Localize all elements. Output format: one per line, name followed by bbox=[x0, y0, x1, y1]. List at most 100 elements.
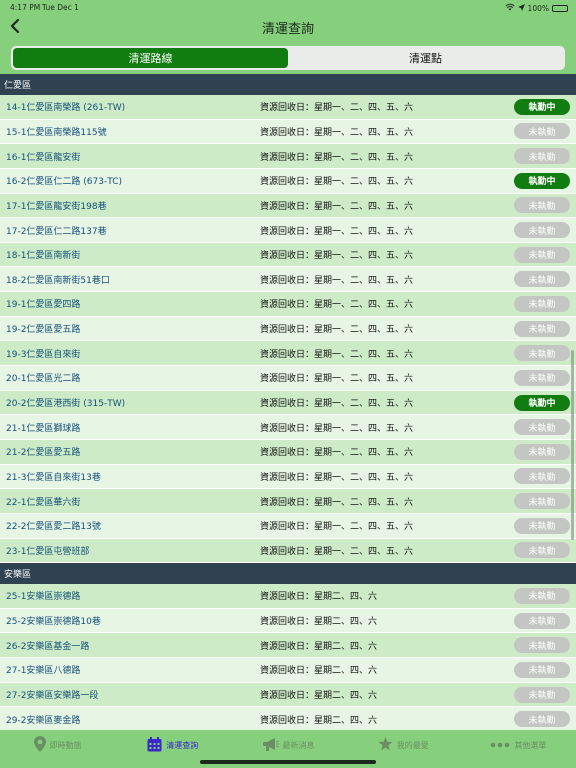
status-badge: 未執勤 bbox=[514, 320, 570, 337]
section-header: 仁愛區 bbox=[0, 74, 576, 95]
route-name: 21-1仁愛區獅球路 bbox=[6, 423, 81, 434]
status-badge: 未執勤 bbox=[514, 271, 570, 288]
route-row[interactable]: 18-1仁愛區南新街 資源回收日：星期一、二、四、五、六 未執勤 bbox=[0, 242, 576, 268]
recycling-schedule: 資源回收日：星期一、二、四、五、六 bbox=[260, 497, 414, 508]
route-name: 19-2仁愛區愛五路 bbox=[6, 325, 81, 336]
route-row[interactable]: 19-2仁愛區愛五路 資源回收日：星期一、二、四、五、六 未執勤 bbox=[0, 316, 576, 342]
route-row[interactable]: 20-1仁愛區光二路 資源回收日：星期一、二、四、五、六 未執勤 bbox=[0, 366, 576, 391]
recycling-schedule: 資源回收日：星期一、二、四、五、六 bbox=[260, 201, 414, 212]
star-icon bbox=[378, 737, 393, 753]
route-row[interactable]: 17-1仁愛區龍安街198巷 資源回收日：星期一、二、四、五、六 未執勤 bbox=[0, 193, 576, 219]
route-row[interactable]: 27-1安樂區八德路 資源回收日：星期二、四、六 未執勤 bbox=[0, 658, 576, 683]
more-icon bbox=[490, 741, 510, 750]
recycling-schedule: 資源回收日：星期二、四、六 bbox=[260, 691, 378, 702]
route-name: 23-1仁愛區屯營班部 bbox=[6, 546, 90, 557]
tab-label: 我的最愛 bbox=[396, 740, 429, 750]
status-badge: 未執勤 bbox=[514, 443, 570, 460]
tab-more[interactable]: 其他選單 bbox=[461, 730, 576, 768]
route-row[interactable]: 25-1安樂區崇德路 資源回收日：星期二、四、六 未執勤 bbox=[0, 584, 576, 609]
navigation-bar: 清運查詢 bbox=[0, 14, 576, 42]
map-pin-icon bbox=[33, 736, 46, 754]
route-name: 14-1仁愛區南榮路 (261-TW) bbox=[6, 103, 126, 114]
recycling-schedule: 資源回收日：星期一、二、四、五、六 bbox=[260, 152, 414, 163]
battery-percent: 100% bbox=[527, 3, 549, 13]
status-badge: 未執勤 bbox=[514, 148, 570, 165]
status-badge: 未執勤 bbox=[514, 419, 570, 436]
status-badge: 未執勤 bbox=[514, 587, 570, 604]
route-name: 27-2安樂區安樂路一段 bbox=[6, 691, 99, 702]
recycling-schedule: 資源回收日：星期一、二、四、五、六 bbox=[260, 374, 414, 385]
route-row[interactable]: 27-2安樂區安樂路一段 資源回收日：星期二、四、六 未執勤 bbox=[0, 682, 576, 708]
route-row[interactable]: 17-2仁愛區仁二路137巷 資源回收日：星期一、二、四、五、六 未執勤 bbox=[0, 218, 576, 243]
route-row[interactable]: 29-2安樂區麥金路 資源回收日：星期二、四、六 未執勤 bbox=[0, 707, 576, 733]
recycling-schedule: 資源回收日：星期一、二、四、五、六 bbox=[260, 251, 414, 262]
recycling-schedule: 資源回收日：星期一、二、四、五、六 bbox=[260, 472, 414, 483]
calendar-icon bbox=[147, 736, 162, 754]
route-row[interactable]: 14-1仁愛區南榮路 (261-TW) 資源回收日：星期一、二、四、五、六 執勤中 bbox=[0, 95, 576, 120]
route-row[interactable]: 22-2仁愛區愛二路13號 資源回收日：星期一、二、四、五、六 未執勤 bbox=[0, 513, 576, 539]
status-badge: 未執勤 bbox=[514, 369, 570, 386]
route-row[interactable]: 21-2仁愛區愛五路 資源回收日：星期一、二、四、五、六 未執勤 bbox=[0, 439, 576, 465]
status-badge: 未執勤 bbox=[514, 345, 570, 362]
route-row[interactable]: 21-3仁愛區自來街13巷 資源回收日：星期一、二、四、五、六 未執勤 bbox=[0, 464, 576, 490]
route-name: 20-2仁愛區港西街 (315-TW) bbox=[6, 399, 126, 409]
recycling-schedule: 資源回收日：星期二、四、六 bbox=[260, 715, 378, 726]
segment-routes[interactable]: 清運路線 bbox=[13, 48, 288, 68]
tab-label: 最新消息 bbox=[282, 740, 315, 750]
status-badge: 未執勤 bbox=[514, 517, 570, 534]
status-badge: 執勤中 bbox=[514, 172, 570, 189]
status-time: 4:17 PM bbox=[10, 3, 41, 12]
section-header: 安樂區 bbox=[0, 563, 576, 585]
page-title: 清運查詢 bbox=[261, 22, 314, 37]
route-row[interactable]: 16-1仁愛區龍安街 資源回收日：星期一、二、四、五、六 未執勤 bbox=[0, 144, 576, 169]
route-name: 17-2仁愛區仁二路137巷 bbox=[6, 226, 107, 237]
route-name: 26-2安樂區基金一路 bbox=[6, 641, 90, 652]
route-row[interactable]: 23-1仁愛區屯營班部 資源回收日：星期一、二、四、五、六 未執勤 bbox=[0, 538, 576, 564]
recycling-schedule: 資源回收日：星期二、四、六 bbox=[260, 617, 378, 628]
route-name: 25-1安樂區崇德路 bbox=[6, 592, 81, 603]
status-badge: 未執勤 bbox=[514, 661, 570, 678]
route-row[interactable]: 15-1仁愛區南榮路115號 資源回收日：星期一、二、四、五、六 未執勤 bbox=[0, 119, 576, 145]
tab-live-status[interactable]: 即時動態 bbox=[0, 730, 115, 768]
route-row[interactable]: 26-2安樂區基金一路 資源回收日：星期二、四、六 未執勤 bbox=[0, 633, 576, 659]
route-name: 20-1仁愛區光二路 bbox=[6, 374, 81, 385]
status-badge: 未執勤 bbox=[514, 246, 570, 263]
route-row[interactable]: 18-2仁愛區南新街51巷口 資源回收日：星期一、二、四、五、六 未執勤 bbox=[0, 267, 576, 293]
status-badge: 未執勤 bbox=[514, 711, 570, 728]
route-row[interactable]: 19-1仁愛區愛四路 資源回收日：星期一、二、四、五、六 未執勤 bbox=[0, 292, 576, 317]
segment-points[interactable]: 清運點 bbox=[288, 48, 563, 68]
home-indicator bbox=[200, 760, 376, 764]
recycling-schedule: 資源回收日：星期一、二、四、五、六 bbox=[260, 448, 414, 459]
route-name: 29-2安樂區麥金路 bbox=[6, 715, 81, 726]
route-name: 21-2仁愛區愛五路 bbox=[6, 448, 81, 459]
status-badge: 未執勤 bbox=[514, 493, 570, 510]
route-list[interactable]: 仁愛區 14-1仁愛區南榮路 (261-TW) 資源回收日：星期一、二、四、五、六執… bbox=[0, 74, 576, 734]
status-badge: 未執勤 bbox=[514, 295, 570, 312]
route-row[interactable]: 19-3仁愛區自來街 資源回收日：星期一、二、四、五、六 未執勤 bbox=[0, 341, 576, 367]
tab-label: 即時動態 bbox=[49, 740, 82, 750]
route-row[interactable]: 21-1仁愛區獅球路 資源回收日：星期一、二、四、五、六 未執勤 bbox=[0, 415, 576, 440]
recycling-schedule: 資源回收日：星期二、四、六 bbox=[260, 641, 378, 652]
route-row[interactable]: 20-2仁愛區港西街 (315-TW) 資源回收日：星期一、二、四、五、六 執勤中 bbox=[0, 390, 576, 416]
route-row[interactable]: 16-2仁愛區仁二路 (673-TC) 資源回收日：星期一、二、四、五、六 執勤中 bbox=[0, 168, 576, 194]
status-bar: 4:17 PM Tue Dec 1 100% bbox=[0, 0, 576, 14]
tab-label: 其他選單 bbox=[514, 740, 547, 750]
route-name: 17-1仁愛區龍安街198巷 bbox=[6, 201, 107, 212]
wifi-icon bbox=[504, 3, 515, 13]
scrollbar[interactable] bbox=[571, 350, 574, 540]
route-row[interactable]: 25-2安樂區崇德路10巷 資源回收日：星期二、四、六 未執勤 bbox=[0, 608, 576, 634]
recycling-schedule: 資源回收日：星期一、二、四、五、六 bbox=[260, 349, 414, 360]
status-badge: 未執勤 bbox=[514, 686, 570, 703]
status-badge: 執勤中 bbox=[514, 394, 570, 411]
tab-label: 清運查詢 bbox=[166, 740, 199, 750]
recycling-schedule: 資源回收日：星期一、二、四、五、六 bbox=[260, 275, 414, 286]
megaphone-icon bbox=[262, 737, 279, 753]
route-name: 19-3仁愛區自來街 bbox=[6, 349, 81, 360]
route-row[interactable]: 22-1仁愛區華六街 資源回收日：星期一、二、四、五、六 未執勤 bbox=[0, 489, 576, 514]
recycling-schedule: 資源回收日：星期一、二、四、五、六 bbox=[260, 226, 414, 237]
recycling-schedule: 資源回收日：星期一、二、四、五、六 bbox=[260, 127, 414, 138]
recycling-schedule: 資源回收日：星期二、四、六 bbox=[260, 666, 378, 677]
recycling-schedule: 資源回收日：星期一、二、四、五、六 bbox=[260, 325, 414, 336]
status-badge: 未執勤 bbox=[514, 542, 570, 559]
recycling-schedule: 資源回收日：星期一、二、四、五、六 bbox=[260, 300, 414, 311]
